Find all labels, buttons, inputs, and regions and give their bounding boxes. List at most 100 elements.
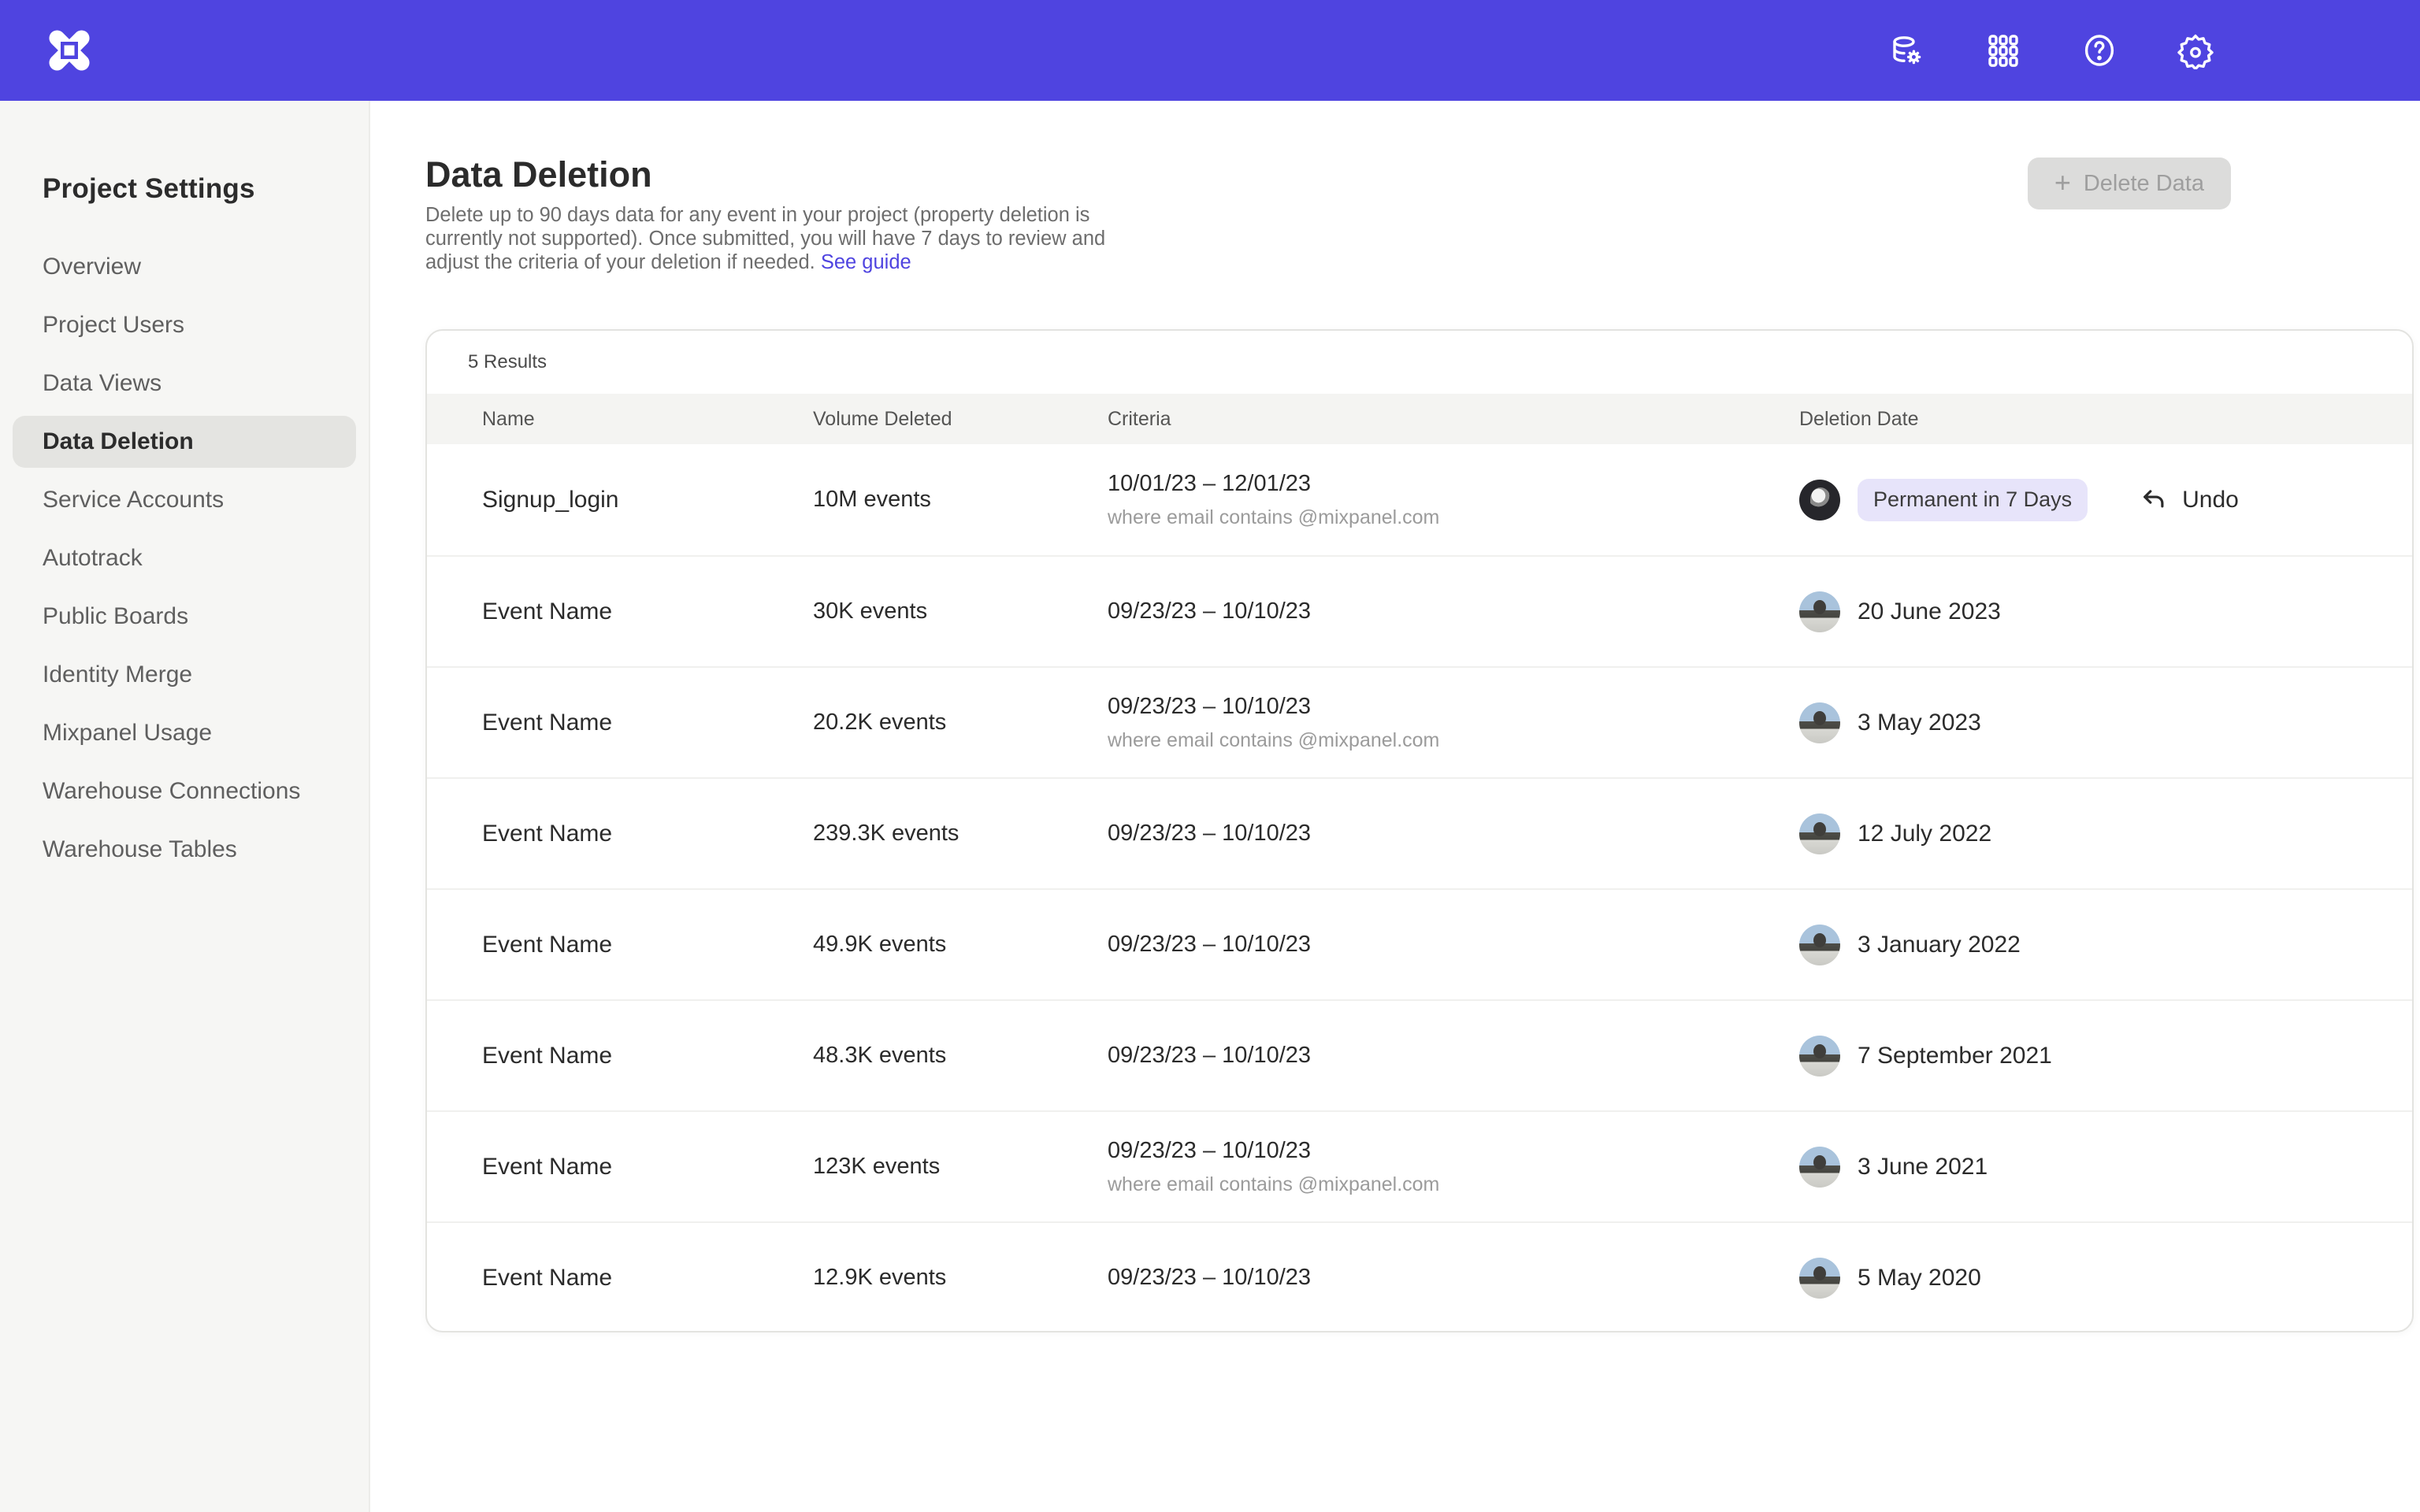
sidebar-item-service-accounts[interactable]: Service Accounts [0,471,369,529]
row-volume-deleted: 123K events [813,1154,1108,1180]
user-avatar [1799,925,1840,965]
delete-data-button-label: Delete Data [2084,171,2204,197]
row-criteria-range: 09/23/23 – 10/10/23 [1108,598,1799,624]
table-row: Event Name 20.2K events 09/23/23 – 10/10… [427,666,2412,777]
main-content: Data Deletion Delete up to 90 days data … [372,101,2420,1512]
table-header-row: Name Volume Deleted Criteria Deletion Da… [427,394,2412,444]
table-row: Event Name 49.9K events 09/23/23 – 10/10… [427,888,2412,999]
plus-icon: + [2054,169,2071,197]
delete-data-button[interactable]: + Delete Data [2028,158,2231,209]
sidebar-item-data-views[interactable]: Data Views [0,354,369,413]
row-deletion-date: Permanent in 7 DaysUndo [1799,479,2412,521]
user-avatar [1799,1147,1840,1188]
row-criteria: 09/23/23 – 10/10/23 [1108,932,1799,958]
user-avatar [1799,813,1840,854]
undo-button[interactable]: Undo [2138,485,2239,515]
row-criteria-filter: where email contains @mixpanel.com [1108,1173,1799,1196]
see-guide-link[interactable]: See guide [821,251,911,273]
row-event-name: Event Name [427,821,813,847]
row-criteria-range: 09/23/23 – 10/10/23 [1108,821,1799,847]
deletion-date-text: 12 July 2022 [1858,821,1991,847]
column-header-volume: Volume Deleted [813,408,1108,431]
deletion-date-text: 20 June 2023 [1858,598,2001,625]
row-criteria-range: 09/23/23 – 10/10/23 [1108,932,1799,958]
row-event-name: Event Name [427,1265,813,1292]
row-event-name: Event Name [427,1043,813,1069]
undo-icon [2138,485,2168,515]
row-volume-deleted: 20.2K events [813,710,1108,736]
column-header-name: Name [427,408,813,431]
user-avatar [1799,480,1840,521]
sidebar-item-project-users[interactable]: Project Users [0,296,369,354]
topbar-icon-group [1887,0,2215,101]
mixpanel-logo[interactable] [49,30,90,71]
row-criteria: 09/23/23 – 10/10/23 [1108,598,1799,624]
row-volume-deleted: 239.3K events [813,821,1108,847]
deletion-results-card: 5 Results Name Volume Deleted Criteria D… [425,329,2414,1332]
row-criteria-range: 09/23/23 – 10/10/23 [1108,694,1799,720]
table-row: Signup_login 10M events 10/01/23 – 12/01… [427,444,2412,555]
row-volume-deleted: 49.9K events [813,932,1108,958]
row-criteria: 09/23/23 – 10/10/23 where email contains… [1108,1138,1799,1196]
row-event-name: Event Name [427,598,813,625]
row-volume-deleted: 12.9K events [813,1265,1108,1291]
row-deletion-date: 3 June 2021 [1799,1147,2412,1188]
row-criteria-filter: where email contains @mixpanel.com [1108,729,1799,752]
column-header-criteria: Criteria [1108,408,1799,431]
row-deletion-date: 5 May 2020 [1799,1258,2412,1299]
sidebar-item-overview[interactable]: Overview [0,238,369,296]
table-row: Event Name 12.9K events 09/23/23 – 10/10… [427,1221,2412,1332]
undo-label: Undo [2182,487,2239,513]
settings-gear-icon[interactable] [2176,31,2215,70]
apps-grid-icon[interactable] [1984,31,2023,70]
sidebar-item-public-boards[interactable]: Public Boards [0,587,369,646]
table-row: Event Name 48.3K events 09/23/23 – 10/10… [427,999,2412,1110]
sidebar-item-mixpanel-usage[interactable]: Mixpanel Usage [0,704,369,762]
user-avatar [1799,1036,1840,1077]
sidebar-item-warehouse-tables[interactable]: Warehouse Tables [0,821,369,879]
sidebar-item-active-pill: Data Deletion [13,416,356,468]
row-criteria: 10/01/23 – 12/01/23 where email contains… [1108,471,1799,529]
row-event-name: Event Name [427,932,813,958]
row-volume-deleted: 48.3K events [813,1043,1108,1069]
table-row: Event Name 30K events 09/23/23 – 10/10/2… [427,555,2412,666]
row-deletion-date: 20 June 2023 [1799,591,2412,632]
project-settings-sidebar: Project Settings OverviewProject UsersDa… [0,101,370,1512]
user-avatar [1799,1258,1840,1299]
row-criteria: 09/23/23 – 10/10/23 [1108,1043,1799,1069]
logo-core-square [65,46,75,56]
row-event-name: Signup_login [427,487,813,513]
deletion-date-text: 5 May 2020 [1858,1265,1981,1292]
row-criteria: 09/23/23 – 10/10/23 [1108,821,1799,847]
column-header-deletion-date: Deletion Date [1799,408,2412,431]
deletion-table-body: Signup_login 10M events 10/01/23 – 12/01… [427,444,2412,1332]
sidebar-item-data-deletion[interactable]: Data Deletion [0,413,369,471]
row-event-name: Event Name [427,710,813,736]
row-volume-deleted: 30K events [813,598,1108,624]
user-avatar [1799,591,1840,632]
user-avatar [1799,702,1840,743]
sidebar-item-identity-merge[interactable]: Identity Merge [0,646,369,704]
row-criteria-range: 09/23/23 – 10/10/23 [1108,1265,1799,1291]
sidebar-item-autotrack[interactable]: Autotrack [0,529,369,587]
results-count: 5 Results [427,331,2412,394]
sidebar-title: Project Settings [43,173,369,205]
table-row: Event Name 239.3K events 09/23/23 – 10/1… [427,777,2412,888]
row-volume-deleted: 10M events [813,487,1108,513]
sidebar-item-warehouse-connections[interactable]: Warehouse Connections [0,762,369,821]
row-criteria-range: 10/01/23 – 12/01/23 [1108,471,1799,497]
help-icon[interactable] [2080,31,2119,70]
row-criteria: 09/23/23 – 10/10/23 [1108,1265,1799,1291]
row-criteria-range: 09/23/23 – 10/10/23 [1108,1138,1799,1164]
row-deletion-date: 3 January 2022 [1799,925,2412,965]
row-deletion-date: 7 September 2021 [1799,1036,2412,1077]
deletion-date-text: 3 May 2023 [1858,710,1981,736]
row-criteria-range: 09/23/23 – 10/10/23 [1108,1043,1799,1069]
data-management-icon[interactable] [1887,31,1927,70]
row-event-name: Event Name [427,1154,813,1180]
row-deletion-date: 12 July 2022 [1799,813,2412,854]
deletion-date-text: 3 June 2021 [1858,1154,1988,1180]
top-navigation-bar [0,0,2420,101]
page-description-text: Delete up to 90 days data for any event … [425,204,1105,273]
row-criteria-filter: where email contains @mixpanel.com [1108,506,1799,529]
